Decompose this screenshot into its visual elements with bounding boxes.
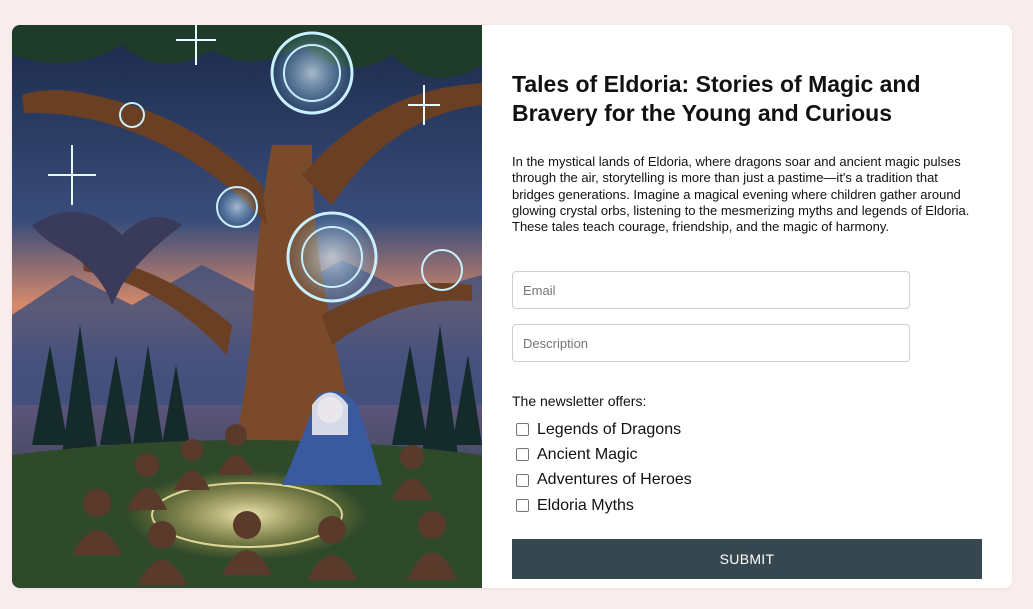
option-label: Adventures of Heroes: [537, 471, 692, 489]
page-title: Tales of Eldoria: Stories of Magic and B…: [512, 71, 921, 126]
option-label: Eldoria Myths: [537, 496, 634, 514]
signup-card: Tales of Eldoria: Stories of Magic and B…: [12, 25, 1012, 588]
checkbox[interactable]: [516, 448, 529, 462]
option-label: Ancient Magic: [537, 445, 638, 463]
option-legends-of-dragons[interactable]: Legends of Dragons: [512, 417, 692, 442]
checkbox[interactable]: [516, 423, 529, 437]
offers-label: The newsletter offers:: [512, 393, 647, 409]
checkbox[interactable]: [516, 499, 529, 513]
email-input[interactable]: [512, 271, 910, 309]
description-input[interactable]: [512, 324, 910, 362]
option-label: Legends of Dragons: [537, 420, 682, 438]
storyteller-illustration: [12, 25, 482, 588]
newsletter-options: Legends of Dragons Ancient Magic Adventu…: [512, 417, 692, 518]
option-adventures-of-heroes[interactable]: Adventures of Heroes: [512, 468, 692, 493]
submit-button[interactable]: SUBMIT: [512, 539, 982, 579]
checkbox[interactable]: [516, 473, 529, 487]
option-eldoria-myths[interactable]: Eldoria Myths: [512, 493, 692, 518]
intro-paragraph: In the mystical lands of Eldoria, where …: [512, 154, 970, 235]
signup-content: Tales of Eldoria: Stories of Magic and B…: [512, 25, 982, 588]
option-ancient-magic[interactable]: Ancient Magic: [512, 442, 692, 467]
